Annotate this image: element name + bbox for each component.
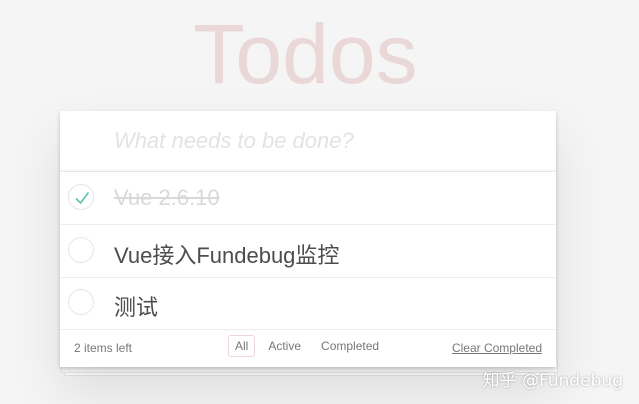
todo-card: Vue 2.6.10 Vue接入Fundebug监控 测试 2 items le… [60,111,556,367]
check-icon [75,192,90,205]
clear-completed-button[interactable]: Clear Completed [452,341,542,355]
todo-label-2[interactable]: Vue接入Fundebug监控 [114,238,339,270]
todo-toggle-2[interactable] [68,237,94,263]
filter-bar: All Active Completed [228,335,386,357]
new-todo-input[interactable] [112,125,536,157]
todo-label-1[interactable]: Vue 2.6.10 [114,185,220,211]
app-title: Todos [193,7,418,101]
filter-all[interactable]: All [228,335,256,357]
watermark: 知乎 @Fundebug [482,371,623,391]
items-left-count: 2 items left [74,341,133,355]
todo-label-3[interactable]: 测试 [114,290,158,322]
todo-footer: 2 items left All Active Completed Clear … [60,329,556,367]
todo-item-3: 测试 [60,277,556,330]
todo-toggle-3[interactable] [68,289,94,315]
todo-item-2: Vue接入Fundebug监控 [60,225,556,278]
todo-item-1: Vue 2.6.10 [60,172,556,225]
todo-toggle-1[interactable] [68,184,94,210]
filter-completed[interactable]: Completed [314,335,386,357]
filter-active[interactable]: Active [261,335,308,357]
new-todo-row [60,111,556,172]
